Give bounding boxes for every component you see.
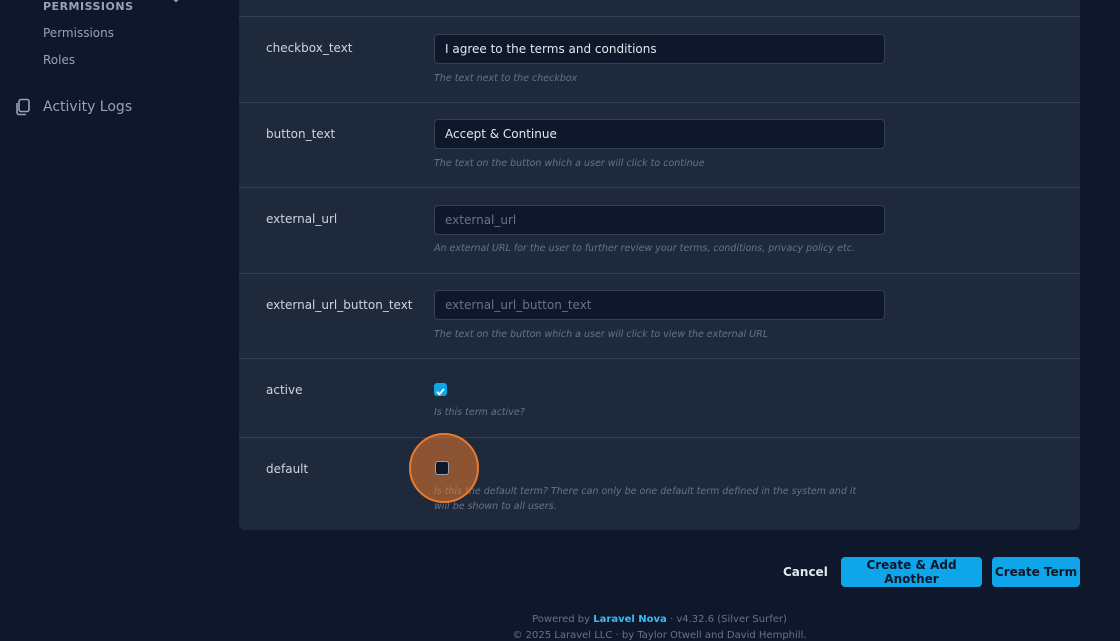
- external-url-input[interactable]: [434, 205, 885, 235]
- footer-powered-label: Powered by: [532, 614, 591, 625]
- field-help-text: Is this term active?: [434, 407, 525, 418]
- field-row-external-url: external_url An external URL for the use…: [239, 187, 1080, 273]
- external-url-button-text-input[interactable]: [434, 290, 885, 320]
- check-icon: [436, 388, 445, 396]
- active-checkbox[interactable]: [434, 383, 447, 396]
- button-text-input[interactable]: [434, 119, 885, 149]
- field-help-text: The text next to the checkbox: [434, 73, 578, 84]
- sidebar-item-permissions[interactable]: Permissions: [43, 26, 114, 40]
- field-label: checkbox_text: [266, 41, 353, 55]
- field-label: external_url_button_text: [266, 298, 413, 312]
- sidebar: PERMISSIONS Permissions Roles Activity L…: [0, 0, 239, 639]
- create-and-add-another-button[interactable]: Create & Add Another: [841, 557, 982, 587]
- field-row-active: active Is this term active?: [239, 358, 1080, 437]
- footer-powered-by: Powered by Laravel Nova · v4.32.6 (Silve…: [239, 614, 1080, 625]
- field-row-default: default Is this the default term? There …: [239, 433, 1080, 530]
- chevron-down-icon[interactable]: [170, 0, 182, 6]
- field-help-text: The text on the button which a user will…: [434, 158, 705, 169]
- create-term-button[interactable]: Create Term: [992, 557, 1080, 587]
- footer-version: · v4.32.6 (Silver Surfer): [669, 614, 787, 625]
- laravel-nova-link[interactable]: Laravel Nova: [593, 614, 667, 625]
- default-checkbox[interactable]: [435, 461, 449, 475]
- field-row-button-text: button_text The text on the button which…: [239, 102, 1080, 187]
- sidebar-item-roles[interactable]: Roles: [43, 53, 75, 67]
- field-help-text: Is this the default term? There can only…: [434, 486, 857, 512]
- sidebar-item-activity-logs[interactable]: Activity Logs: [14, 96, 132, 118]
- sidebar-section-heading[interactable]: PERMISSIONS: [43, 0, 134, 13]
- field-help-text: The text on the button which a user will…: [434, 329, 769, 340]
- footer-copyright: © 2025 Laravel LLC · by Taylor Otwell an…: [512, 630, 807, 641]
- field-label: active: [266, 383, 303, 397]
- checkbox-text-input[interactable]: [434, 34, 885, 64]
- copy-documents-icon: [16, 98, 30, 116]
- field-row-external-url-button-text: external_url_button_text The text on the…: [239, 273, 1080, 358]
- sidebar-item-label: Activity Logs: [43, 99, 133, 115]
- field-help-text: An external URL for the user to further …: [434, 243, 855, 254]
- cancel-button[interactable]: Cancel: [775, 557, 836, 587]
- form-card: checkbox_text The text next to the check…: [239, 0, 1080, 530]
- field-row-checkbox-text: checkbox_text The text next to the check…: [239, 16, 1080, 102]
- field-label: external_url: [266, 212, 338, 226]
- field-label: button_text: [266, 127, 336, 141]
- field-label: default: [266, 462, 309, 476]
